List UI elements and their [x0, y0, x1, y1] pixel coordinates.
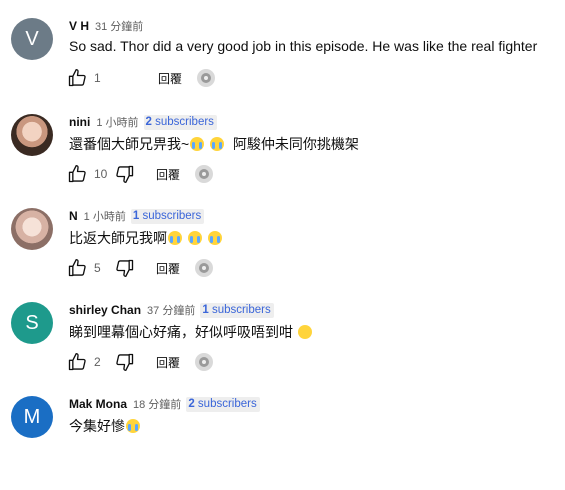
- subscribers-label: subscribers: [155, 115, 214, 128]
- comment-header: shirley Chan 37 分鐘前 1 subscribers: [69, 302, 274, 318]
- crying-emoji-icon: [126, 419, 140, 433]
- avatar[interactable]: S: [11, 302, 53, 344]
- comment-actions: 1 回覆: [66, 66, 216, 90]
- thumbs-up-icon[interactable]: [66, 67, 88, 89]
- comment-item: V V H 31 分鐘前 So sad. Thor did a very goo…: [0, 18, 565, 112]
- comment-actions: 5 回覆: [66, 256, 214, 280]
- comment-item: S shirley Chan 37 分鐘前 1 subscribers 睇到哩幕…: [0, 302, 565, 396]
- subscribers-count: 1: [132, 209, 140, 222]
- thumbs-down-icon[interactable]: [114, 257, 136, 279]
- crying-emoji-icon: [187, 231, 202, 245]
- avatar[interactable]: [11, 208, 53, 250]
- author-name[interactable]: N: [69, 209, 78, 223]
- reply-button[interactable]: 回覆: [156, 166, 180, 183]
- crying-emoji-icon: [210, 137, 225, 151]
- subscribers-badge: 2 subscribers: [186, 396, 260, 412]
- avatar-letter: S: [25, 311, 39, 334]
- timestamp[interactable]: 31 分鐘前: [95, 18, 143, 34]
- avatar[interactable]: M: [11, 396, 53, 438]
- comment-item: nini 1 小時前 2 subscribers 還番個大師兄畀我~ 阿駿仲未同…: [0, 114, 565, 208]
- reply-button[interactable]: 回覆: [156, 260, 180, 277]
- comment-actions: 2 回覆: [66, 350, 214, 374]
- comment-text: 睇到哩幕個心好痛，好似呼吸唔到咁: [69, 322, 313, 342]
- comment-text: 比返大師兄我啊: [69, 228, 223, 248]
- author-name[interactable]: Mak Mona: [69, 397, 127, 411]
- crying-emoji-icon: [207, 231, 222, 245]
- subscribers-label: subscribers: [197, 397, 257, 410]
- comment-header: N 1 小時前 1 subscribers: [69, 208, 205, 224]
- timestamp[interactable]: 1 小時前: [96, 114, 138, 130]
- subscribers-count: 2: [145, 115, 152, 128]
- comment-text-part: 還番個大師兄畀我~: [69, 136, 190, 152]
- subscribers-count: 1: [202, 303, 209, 316]
- comment-text: 還番個大師兄畀我~ 阿駿仲未同你挑機架: [69, 134, 359, 154]
- sad-emoji-icon: [297, 325, 312, 339]
- timestamp[interactable]: 1 小時前: [84, 208, 126, 224]
- creator-avatar-icon: [195, 165, 214, 183]
- comment-text-part: 阿駿仲未同你挑機架: [232, 136, 359, 152]
- comment-text: So sad. Thor did a very good job in this…: [69, 38, 538, 54]
- reply-button[interactable]: 回覆: [158, 70, 182, 87]
- comment-item: M Mak Mona 18 分鐘前 2 subscribers 今集好慘: [0, 396, 565, 490]
- comment-text-part: 今集好慘: [69, 418, 125, 434]
- reply-button[interactable]: 回覆: [156, 354, 180, 371]
- author-name[interactable]: shirley Chan: [69, 303, 141, 317]
- comment-header: V H 31 分鐘前: [69, 18, 143, 34]
- comment-text: 今集好慘: [69, 416, 141, 436]
- avatar[interactable]: [11, 114, 53, 156]
- timestamp[interactable]: 18 分鐘前: [133, 396, 181, 412]
- timestamp[interactable]: 37 分鐘前: [147, 302, 195, 318]
- comment-item: N 1 小時前 1 subscribers 比返大師兄我啊 5 回覆: [0, 208, 565, 302]
- subscribers-badge: 1 subscribers: [200, 302, 274, 318]
- comment-header: nini 1 小時前 2 subscribers: [69, 114, 217, 130]
- thumbs-down-icon[interactable]: [114, 163, 136, 185]
- crying-emoji-icon: [190, 137, 205, 151]
- like-count: 1: [94, 71, 101, 85]
- subscribers-badge: 2 subscribers: [143, 114, 217, 130]
- avatar-letter: M: [23, 405, 41, 428]
- author-name[interactable]: nini: [69, 115, 90, 129]
- creator-avatar-icon: [195, 353, 214, 371]
- creator-avatar-icon: [195, 259, 214, 277]
- comment-text-part: 比返大師兄我啊: [69, 230, 167, 246]
- subscribers-label: subscribers: [142, 209, 202, 222]
- thumbs-up-icon[interactable]: [66, 257, 88, 279]
- thumbs-down-icon[interactable]: [114, 351, 136, 373]
- thumbs-up-icon[interactable]: [66, 351, 88, 373]
- comment-header: Mak Mona 18 分鐘前 2 subscribers: [69, 396, 260, 412]
- author-name[interactable]: V H: [69, 19, 89, 33]
- comment-text-part: 睇到哩幕個心好痛，好似呼吸唔到咁: [69, 324, 293, 340]
- subscribers-count: 2: [188, 397, 195, 410]
- comment-actions: 10 回覆: [66, 162, 214, 186]
- crying-emoji-icon: [168, 231, 182, 245]
- like-count: 5: [94, 261, 101, 275]
- like-count: 10: [94, 167, 108, 181]
- like-count: 2: [94, 355, 101, 369]
- creator-avatar-icon: [197, 69, 216, 87]
- subscribers-badge: 1 subscribers: [130, 208, 205, 224]
- avatar-letter: V: [25, 27, 39, 50]
- thumbs-up-icon[interactable]: [66, 163, 88, 185]
- subscribers-label: subscribers: [211, 303, 271, 316]
- avatar[interactable]: V: [11, 18, 53, 60]
